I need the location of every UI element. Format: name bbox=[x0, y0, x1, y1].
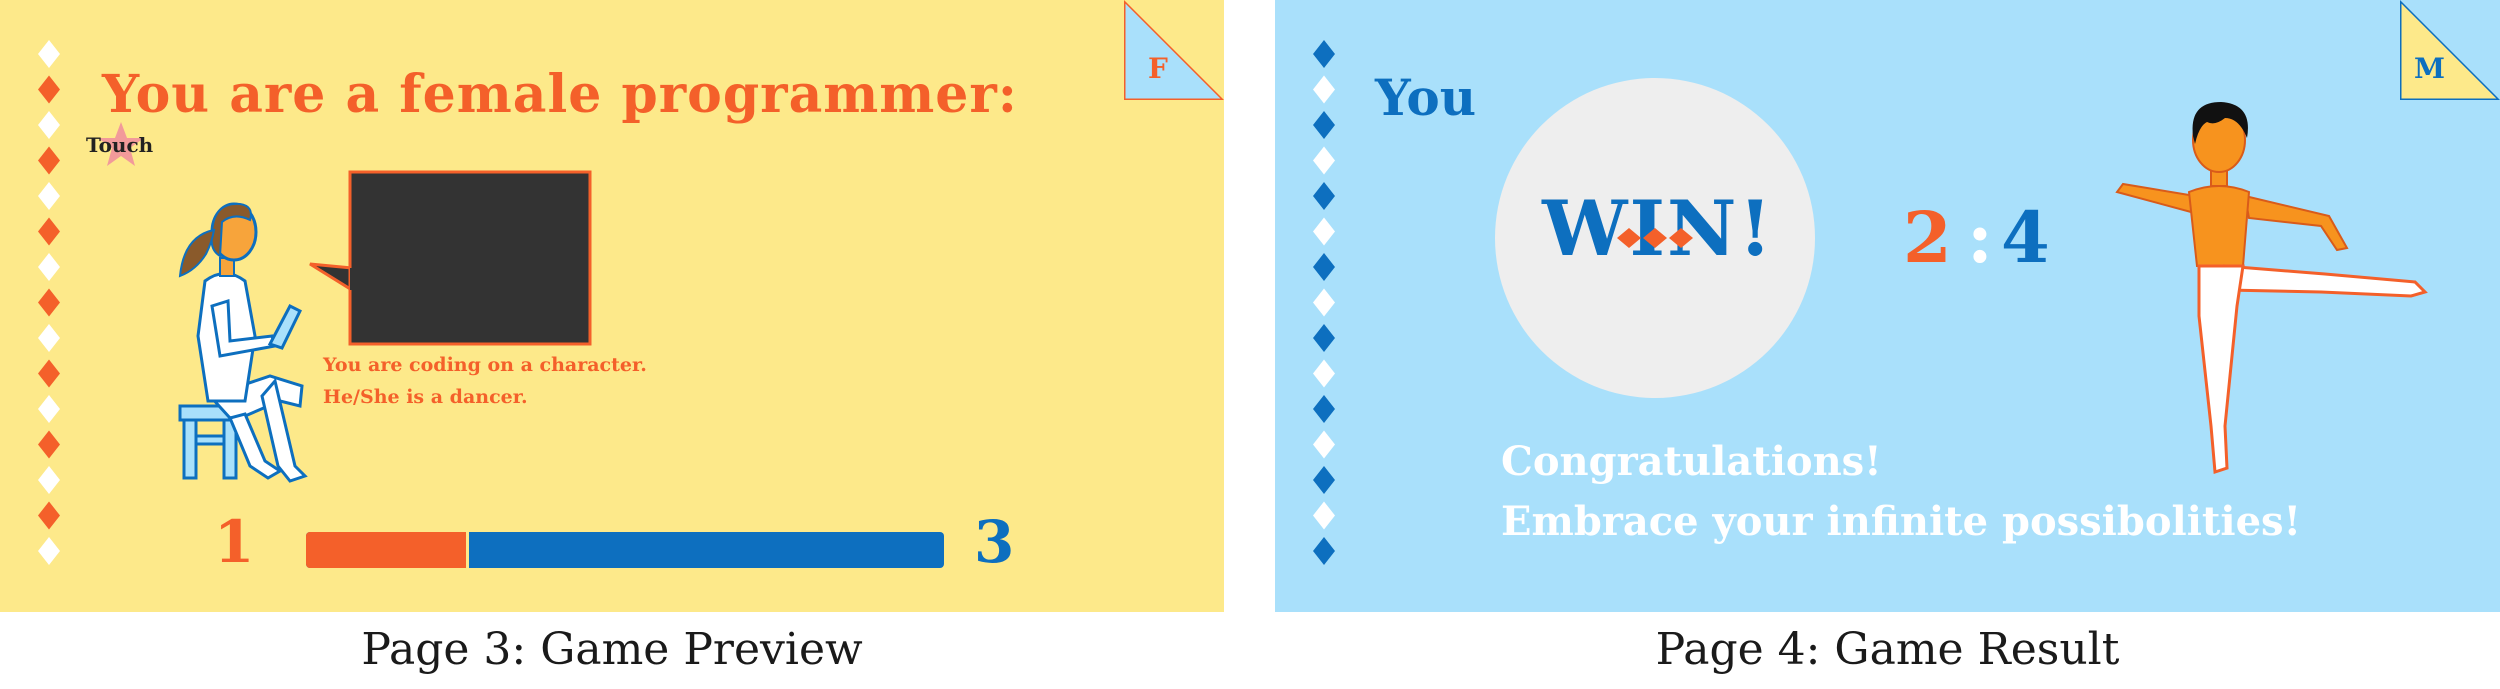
border-diamond bbox=[38, 253, 60, 281]
border-diamond bbox=[1313, 359, 1335, 388]
border-diamond bbox=[1313, 111, 1335, 139]
caption-page4: Page 4: Game Result bbox=[1655, 624, 2120, 675]
progress-number-left: 1 bbox=[214, 508, 255, 576]
gender-tag-letter: M bbox=[2414, 52, 2445, 85]
dancer-figure bbox=[2115, 102, 2428, 475]
score-left: 2 bbox=[1903, 196, 1952, 279]
gender-tag-f[interactable]: F bbox=[1124, 0, 1224, 100]
diamond-border-left bbox=[1313, 40, 1335, 565]
border-diamond bbox=[1313, 537, 1335, 565]
programmer-figure bbox=[178, 202, 308, 483]
diamond-border-left bbox=[38, 40, 60, 565]
touch-button[interactable]: Touch bbox=[86, 133, 153, 157]
progress-bar bbox=[306, 532, 944, 568]
border-diamond bbox=[38, 324, 60, 352]
border-diamond bbox=[38, 75, 60, 104]
border-diamond bbox=[1313, 75, 1335, 104]
border-diamond bbox=[38, 501, 60, 530]
border-diamond bbox=[38, 537, 60, 565]
border-diamond bbox=[1313, 430, 1335, 459]
border-diamond bbox=[1313, 217, 1335, 246]
border-diamond bbox=[38, 288, 60, 317]
border-diamond bbox=[38, 466, 60, 494]
congrats-message-line2: Embrace your infinite possibolities! bbox=[1501, 498, 2302, 545]
border-diamond bbox=[1313, 288, 1335, 317]
border-diamond bbox=[1313, 466, 1335, 494]
border-diamond bbox=[38, 111, 60, 139]
congrats-message-line1: Congratulations! bbox=[1501, 438, 1882, 485]
border-diamond bbox=[38, 146, 60, 175]
game-result-panel: M You WIN! 2 : 4 Congratulations! Embrac… bbox=[1275, 0, 2500, 612]
border-diamond bbox=[1313, 253, 1335, 281]
speech-text-line2: He/She is a dancer. bbox=[323, 386, 528, 408]
progress-bar-fill bbox=[306, 532, 469, 568]
speech-text-line1: You are coding on a character. bbox=[323, 354, 647, 376]
border-diamond bbox=[38, 395, 60, 423]
speech-bubble-screen bbox=[309, 170, 592, 346]
you-label: You bbox=[1375, 68, 1477, 127]
game-preview-panel: F You are a female programmer: Touch You… bbox=[0, 0, 1224, 612]
gender-tag-m[interactable]: M bbox=[2400, 0, 2500, 100]
border-diamond bbox=[38, 430, 60, 459]
border-diamond bbox=[1313, 501, 1335, 530]
border-diamond bbox=[1313, 324, 1335, 352]
border-diamond bbox=[1313, 182, 1335, 210]
page-title: You are a female programmer: bbox=[102, 64, 1018, 125]
border-diamond bbox=[38, 40, 60, 68]
border-diamond bbox=[38, 359, 60, 388]
progress-number-right: 3 bbox=[974, 508, 1015, 576]
score-right: 4 bbox=[2001, 196, 2050, 279]
caption-page3: Page 3: Game Preview bbox=[361, 624, 863, 675]
border-diamond bbox=[1313, 395, 1335, 423]
border-diamond bbox=[38, 182, 60, 210]
gender-tag-letter: F bbox=[1148, 52, 1168, 85]
border-diamond bbox=[1313, 146, 1335, 175]
border-diamond bbox=[38, 217, 60, 246]
score-separator: : bbox=[1967, 196, 1993, 279]
border-diamond bbox=[1313, 40, 1335, 68]
diamond-accents bbox=[1617, 228, 1693, 248]
